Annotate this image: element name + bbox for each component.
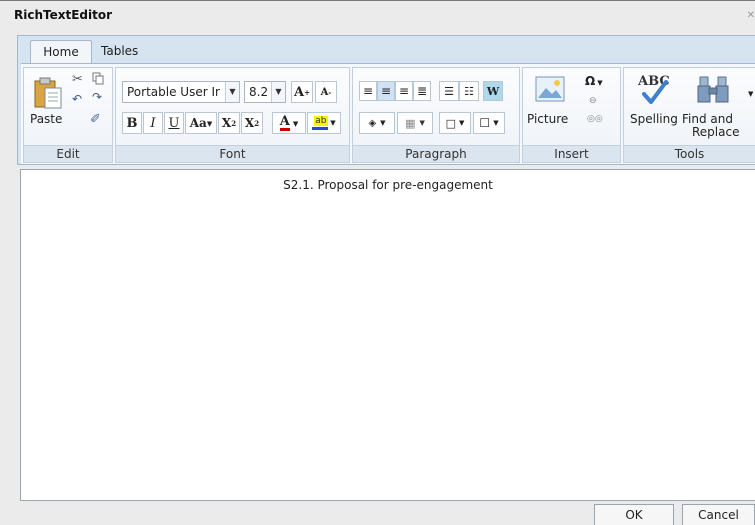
ok-button[interactable]: OK [594,504,674,525]
paragraph-group-label: Paragraph [353,145,519,162]
fill-box-button[interactable]: ☐ ▼ [473,112,505,134]
font-size-select[interactable]: 8.2 ▼ [244,81,286,103]
shrink-font-button[interactable]: A- [315,81,337,103]
borders-button[interactable]: ▦ ▼ [397,112,433,134]
paint-bucket-icon: ◈ [368,117,377,129]
window-title: RichTextEditor [14,8,113,22]
hyperlink-icon[interactable]: ⊖ [589,96,597,106]
rich-text-editor-window: RichTextEditor ✕ Home Tables Paste ✂ ↶ ↷… [0,0,755,525]
font-color-button[interactable]: A ▼ [272,112,306,134]
tab-tables[interactable]: Tables [91,40,148,64]
align-center-icon[interactable]: ≡ [377,81,395,101]
numbered-list-icon[interactable]: ☷ [459,81,479,101]
picture-icon [535,76,565,102]
tab-home[interactable]: Home [30,40,92,64]
spelling-button[interactable]: ABC Spelling [628,72,680,130]
spelling-label: Spelling [630,112,678,126]
underline-button[interactable]: U [164,112,184,134]
outline-box-button[interactable]: □ ▼ [439,112,471,134]
highlight-color-button[interactable]: ab ▼ [307,112,341,134]
find-replace-button[interactable]: Find and Replace [682,72,752,144]
tools-group-label: Tools [624,145,755,162]
font-size-value: 8.2 [249,85,269,99]
paste-icon [34,77,62,109]
undo-icon[interactable]: ↶ [72,92,82,106]
insert-group-label: Insert [523,145,620,162]
copy-icon[interactable] [92,72,104,85]
square-icon: ☐ [479,116,491,130]
edit-group-label: Edit [24,145,112,162]
symbol-button[interactable]: Ω ▼ [585,74,603,88]
subscript-button[interactable]: X2 [241,112,263,134]
picture-button[interactable]: Picture [527,72,573,130]
font-family-value: Portable User Ir [127,85,220,99]
show-marks-button[interactable]: W [483,81,503,101]
close-icon[interactable]: ✕ [747,10,755,21]
superscript-button[interactable]: X2 [218,112,240,134]
chevron-down-icon: ▼ [225,82,239,102]
font-group-label: Font [116,145,349,162]
omega-icon: Ω [585,74,596,88]
redo-icon[interactable]: ↷ [92,90,102,104]
grow-font-button[interactable]: A + [291,81,313,103]
binoculars-icon [697,76,729,103]
chevron-down-icon: ▼ [271,82,285,102]
tools-group: ABC Spelling Find and Replace ▼ Tools [623,67,755,163]
paste-label: Paste [30,112,63,126]
paragraph-group: ≡ ≡ ≡ ≣ ☰ ☷ W ◈ ▼ ▦ ▼ □ ▼ ☐ ▼ Paragraph [352,67,520,163]
font-group: Portable User Ir ▼ 8.2 ▼ A + A- B I U Aa ▼ [115,67,350,163]
cancel-button[interactable]: Cancel [682,504,755,525]
box-icon: □ [445,116,456,130]
insert-group: Picture Ω ▼ ⊖ ◎◎ Insert [522,67,621,163]
bookmark-icon[interactable]: ◎◎ [587,114,603,124]
tools-dropdown-icon[interactable]: ▼ [748,90,753,98]
ribbon: Home Tables Paste ✂ ↶ ↷ ✐ Edit Portable … [17,35,755,165]
font-family-select[interactable]: Portable User Ir ▼ [122,81,240,103]
align-left-icon[interactable]: ≡ [359,81,377,101]
change-case-button[interactable]: Aa ▼ [185,112,217,134]
editor-text[interactable]: S2.1. Proposal for pre-engagement [21,178,755,192]
find-replace-label-1: Find and [682,112,733,126]
align-right-icon[interactable]: ≡ [395,81,413,101]
edit-group: Paste ✂ ↶ ↷ ✐ Edit [23,67,113,163]
ribbon-groups: Paste ✂ ↶ ↷ ✐ Edit Portable User Ir ▼ 8.… [21,63,755,164]
paste-button[interactable]: Paste [28,72,68,130]
highlighter-icon: ab [312,116,329,130]
find-replace-label-2: Replace [692,125,740,139]
bold-button[interactable]: B [122,112,142,134]
italic-button[interactable]: I [143,112,163,134]
ribbon-tabs: Home Tables [18,36,755,64]
shading-button[interactable]: ◈ ▼ [359,112,395,134]
cut-icon[interactable]: ✂ [72,72,83,87]
bullet-list-icon[interactable]: ☰ [439,81,459,101]
picture-label: Picture [527,112,569,126]
spell-check-icon: ABC [636,74,672,108]
format-painter-icon[interactable]: ✐ [90,112,101,127]
borders-icon: ▦ [405,116,416,130]
justify-icon[interactable]: ≣ [413,81,431,101]
editor-content-area[interactable]: S2.1. Proposal for pre-engagement [20,169,755,501]
